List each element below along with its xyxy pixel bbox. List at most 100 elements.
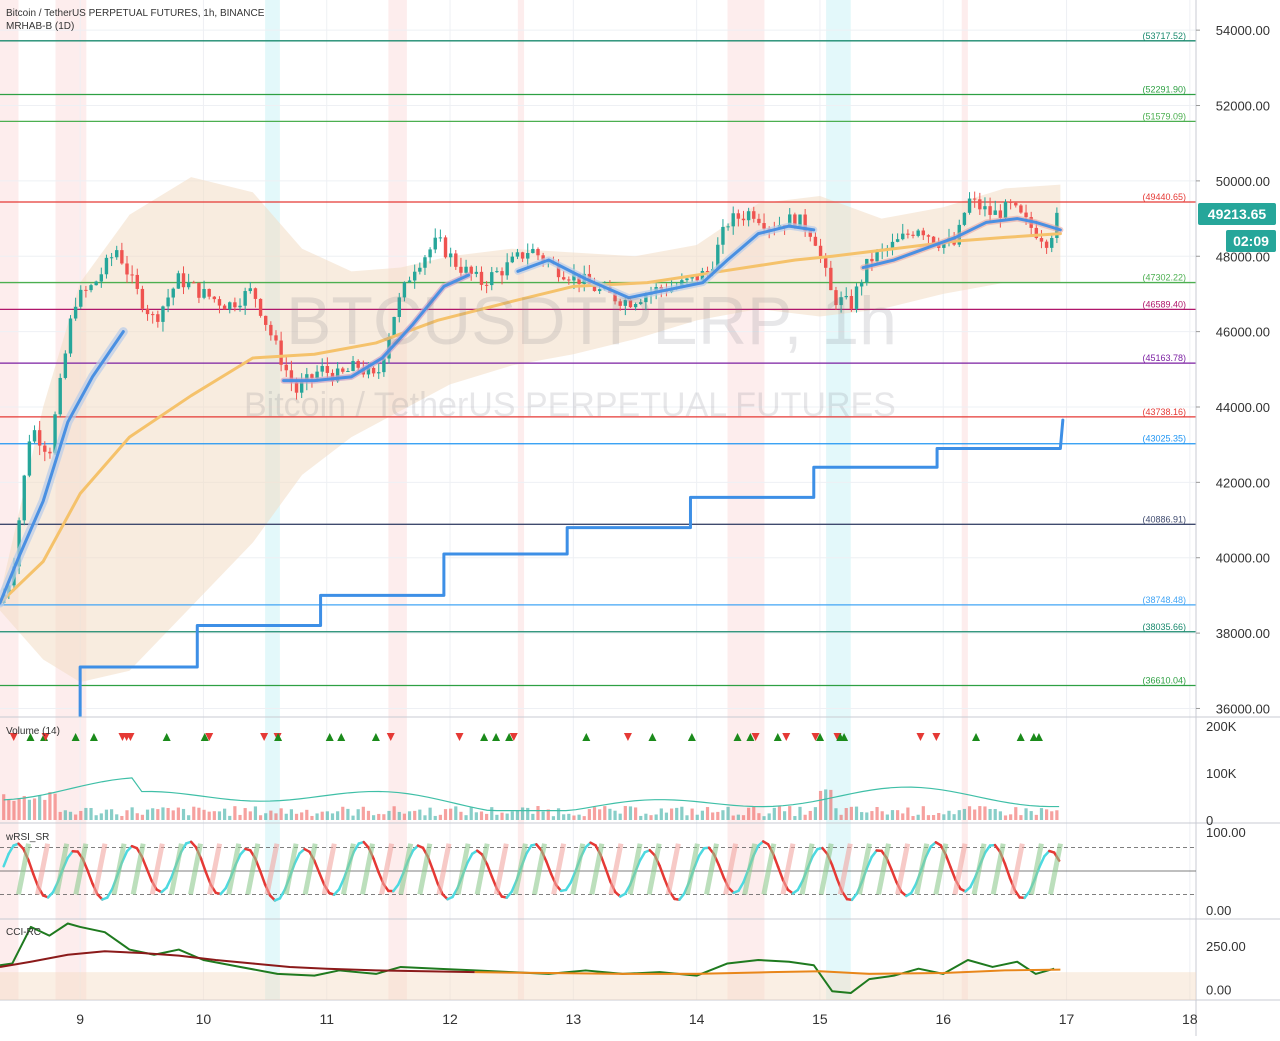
wrsi-stroke-bar	[343, 844, 353, 895]
candle-body	[444, 237, 447, 257]
wrsi-tick-label-1: 0.00	[1206, 903, 1231, 918]
candle-body	[762, 223, 765, 229]
level-label-8: (43025.35)	[1142, 434, 1186, 444]
candle-body	[202, 289, 205, 298]
level-label-12: (36610.04)	[1142, 675, 1186, 685]
volume-signal-triangle	[688, 733, 696, 741]
volume-bar	[881, 811, 884, 820]
candle-body	[505, 262, 508, 275]
volume-bar	[125, 810, 128, 820]
candle-body	[983, 206, 986, 209]
watermark-ticker: BTCUSDTPERP, 1h	[286, 282, 897, 360]
volume-bar	[197, 808, 200, 820]
volume-bar	[644, 814, 647, 820]
volume-bar	[598, 809, 601, 820]
wrsi-stroke-bar	[535, 844, 545, 895]
volume-bar	[793, 816, 796, 820]
wrsi-stroke-bar	[936, 844, 946, 895]
cci-tick-label-1: 0.00	[1206, 983, 1231, 998]
volume-bar	[341, 807, 344, 820]
volume-bar	[999, 811, 1002, 820]
candle-body	[310, 374, 313, 378]
x-tick-label-9: 9	[76, 1011, 84, 1027]
volume-bar	[372, 815, 375, 820]
volume-bar	[156, 809, 159, 820]
candle-body	[110, 257, 113, 258]
candle-body	[84, 290, 87, 291]
volume-signal-triangle	[774, 733, 782, 741]
candle-body	[228, 302, 231, 309]
volume-bar	[814, 807, 817, 820]
wrsi-stroke-bar	[974, 844, 984, 895]
indicator-title: MRHAB-B (1D)	[6, 21, 74, 32]
volume-bar	[393, 806, 396, 820]
candle-body	[238, 306, 241, 308]
volume-bar	[542, 811, 545, 820]
volume-bar	[567, 814, 570, 820]
wrsi-line-segment	[566, 882, 571, 890]
y-tick-label-8: 38000.00	[1216, 626, 1270, 641]
wrsi-stroke-bar	[286, 844, 296, 895]
volume-bar	[747, 808, 750, 820]
volume-bar	[901, 813, 904, 820]
volume-bar	[300, 812, 303, 820]
volume-bar	[860, 812, 863, 820]
candle-body	[464, 267, 467, 273]
candle-body	[223, 306, 226, 310]
x-tick-label-14: 14	[689, 1011, 705, 1027]
volume-bar	[798, 807, 801, 820]
last-price-badge: 49213.65	[1198, 203, 1276, 225]
candle-body	[454, 253, 457, 266]
candle-body	[89, 285, 92, 290]
volume-bar	[434, 816, 437, 820]
candle-body	[23, 476, 26, 521]
volume-bar	[7, 799, 10, 820]
wrsi-line-segment	[946, 855, 951, 868]
candle-body	[567, 279, 570, 280]
volume-bar	[382, 814, 385, 820]
volume-bar	[536, 806, 539, 820]
candle-body	[115, 250, 118, 257]
candle-body	[922, 230, 925, 235]
wrsi-line-segment	[147, 869, 152, 881]
y-tick-label-2: 50000.00	[1216, 174, 1270, 189]
level-label-4: (47302.22)	[1142, 273, 1186, 283]
volume-bar	[778, 806, 781, 820]
volume-bar	[1050, 811, 1053, 820]
volume-bar	[192, 807, 195, 820]
candle-body	[274, 335, 277, 340]
candle-body	[968, 199, 971, 213]
candle-body	[1040, 238, 1043, 242]
volume-bar	[254, 806, 257, 820]
candle-body	[356, 361, 359, 368]
candle-body	[814, 237, 817, 246]
volume-bar	[100, 813, 103, 820]
candle-body	[423, 257, 426, 267]
volume-bar	[629, 806, 632, 820]
volume-bar	[1030, 811, 1033, 820]
volume-bar	[321, 812, 324, 820]
volume-bar	[120, 816, 123, 820]
candle-body	[351, 361, 354, 371]
wrsi-stroke-bar	[668, 844, 678, 895]
volume-bar	[891, 810, 894, 820]
candle-body	[439, 237, 442, 238]
candle-body	[978, 199, 981, 209]
wrsi-line-segment	[660, 866, 665, 879]
candle-body	[264, 316, 267, 325]
volume-bar	[639, 816, 642, 820]
volume-bar	[562, 814, 565, 820]
wrsi-stroke-bar	[611, 844, 621, 895]
volume-bar	[680, 807, 683, 820]
volume-bar	[968, 806, 971, 820]
volume-bar	[48, 792, 51, 820]
volume-bar	[711, 812, 714, 820]
volume-bar	[2, 794, 5, 820]
candle-body	[732, 213, 735, 226]
volume-bar	[963, 809, 966, 820]
volume-bar	[1019, 815, 1022, 820]
volume-bar	[701, 811, 704, 820]
volume-bar	[927, 815, 930, 820]
candle-body	[207, 289, 210, 297]
wrsi-stroke-bar	[362, 844, 372, 895]
